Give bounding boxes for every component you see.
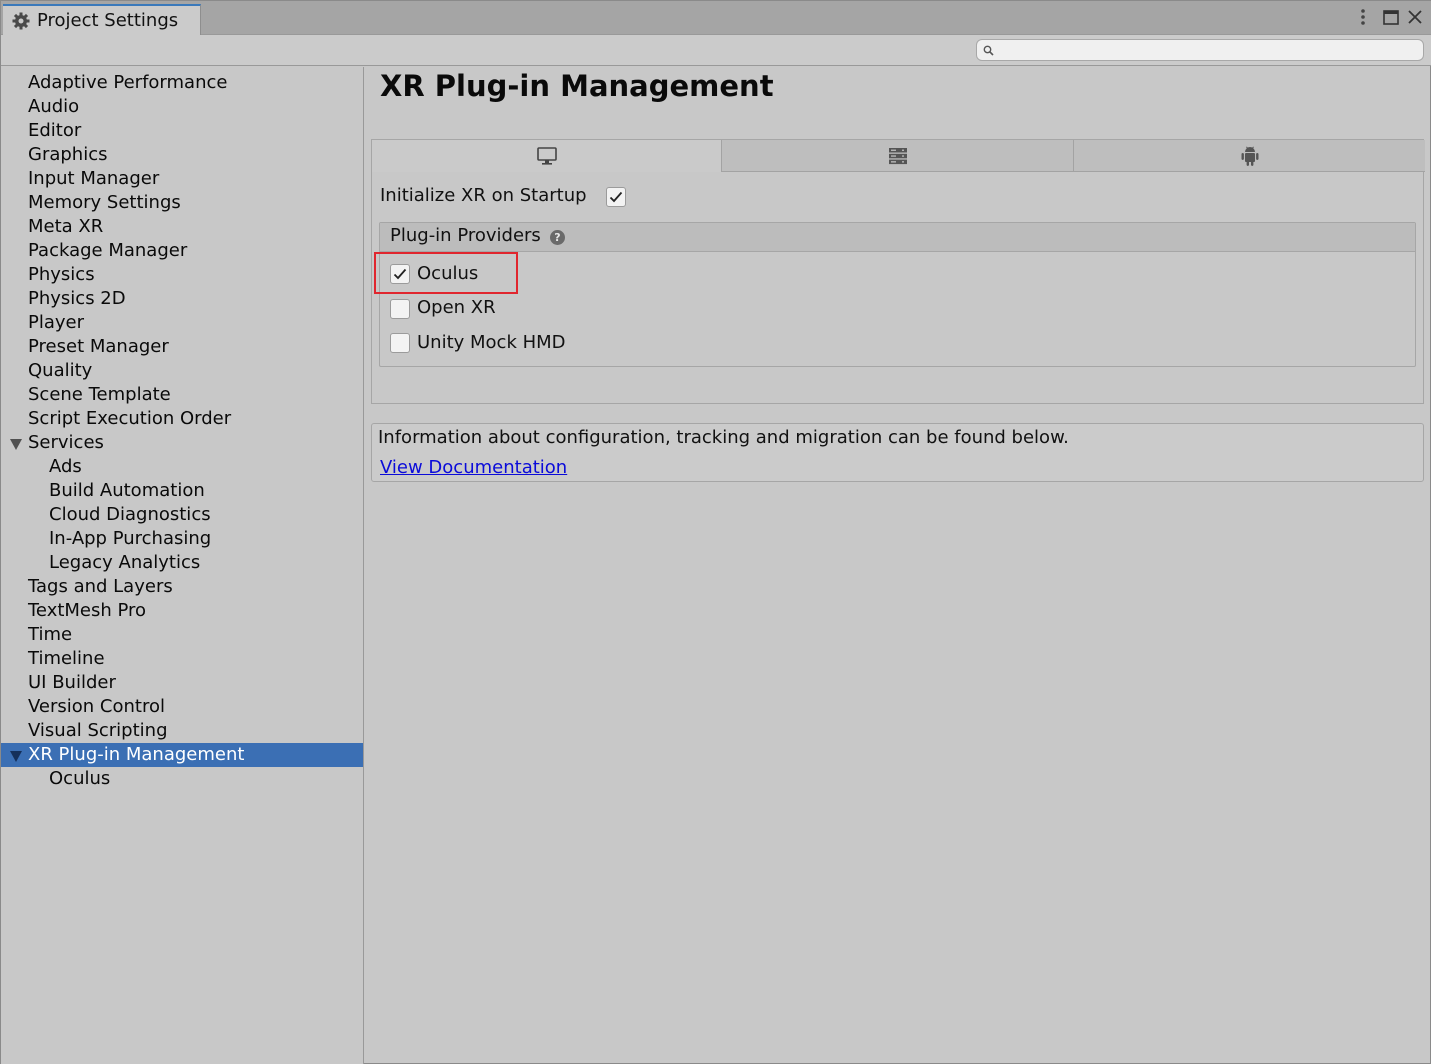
checkmark-icon (609, 191, 623, 203)
sidebar-item-label: UI Builder (28, 672, 116, 693)
sidebar-item-label: Services (28, 432, 104, 453)
sidebar-item-ui-builder[interactable]: UI Builder (1, 671, 363, 695)
plug-in-providers-header: Plug-in Providers ? (380, 223, 1415, 252)
unity-mock-hmd-label: Unity Mock HMD (417, 332, 566, 353)
init-xr-on-startup-label: Initialize XR on Startup (380, 185, 587, 206)
help-icon[interactable]: ? (550, 230, 565, 245)
sidebar-item-label: Preset Manager (28, 336, 169, 357)
tab-dedicated-server[interactable] (722, 140, 1074, 172)
sidebar-item-visual-scripting[interactable]: Visual Scripting (1, 719, 363, 743)
documentation-info-box: Information about configuration, trackin… (371, 423, 1424, 482)
desktop-monitor-icon (536, 147, 557, 165)
sidebar-item-input-manager[interactable]: Input Manager (1, 167, 363, 191)
sidebar-item-label: Audio (28, 96, 80, 117)
sidebar-item-in-app-purchasing[interactable]: In-App Purchasing (1, 527, 363, 551)
sidebar-item-adaptive-performance[interactable]: Adaptive Performance (1, 71, 363, 95)
kebab-menu-icon[interactable] (1355, 7, 1371, 27)
tab-standalone[interactable] (372, 140, 722, 172)
sidebar-item-label: Ads (49, 456, 82, 477)
sidebar-item-label: TextMesh Pro (28, 600, 147, 621)
sidebar-item-meta-xr[interactable]: Meta XR (1, 215, 363, 239)
sidebar-item-scene-template[interactable]: Scene Template (1, 383, 363, 407)
sidebar-item-label: Player (28, 312, 85, 333)
sidebar-item-label: Scene Template (28, 384, 171, 405)
sidebar-item-label: Adaptive Performance (28, 72, 228, 93)
sidebar-item-label: Physics 2D (28, 288, 126, 309)
search-icon (983, 45, 994, 56)
sidebar-item-label: Package Manager (28, 240, 188, 261)
sidebar-item-label: Quality (28, 360, 93, 381)
sidebar-item-label: Memory Settings (28, 192, 181, 213)
sidebar-item-xr-plug-in-management[interactable]: XR Plug-in Management (1, 743, 363, 767)
view-documentation-link[interactable]: View Documentation (380, 457, 567, 478)
sidebar-item-label: Legacy Analytics (49, 552, 201, 573)
sidebar-item-player[interactable]: Player (1, 311, 363, 335)
open-xr-checkbox[interactable] (390, 299, 410, 319)
sidebar-item-label: Meta XR (28, 216, 104, 237)
plug-in-providers-group: Plug-in Providers ? Oculus Open XR Unity… (379, 222, 1416, 367)
sidebar-item-label: Editor (28, 120, 82, 141)
expand-arrow-icon[interactable] (10, 439, 22, 450)
sidebar-item-services[interactable]: Services (1, 431, 363, 455)
sidebar-item-timeline[interactable]: Timeline (1, 647, 363, 671)
sidebar-item-physics-2d[interactable]: Physics 2D (1, 287, 363, 311)
page-title: XR Plug-in Management (380, 69, 774, 103)
settings-sidebar: Adaptive Performance Audio Editor Graphi… (1, 67, 364, 1064)
window-tab-bar: Project Settings (1, 1, 1431, 35)
sidebar-item-label: Oculus (49, 768, 111, 789)
tab-title: Project Settings (37, 10, 179, 31)
sidebar-item-label: Build Automation (49, 480, 205, 501)
info-text: Information about configuration, trackin… (378, 427, 1069, 448)
sidebar-item-version-control[interactable]: Version Control (1, 695, 363, 719)
close-icon[interactable] (1405, 7, 1425, 27)
sidebar-item-physics[interactable]: Physics (1, 263, 363, 287)
sidebar-item-legacy-analytics[interactable]: Legacy Analytics (1, 551, 363, 575)
sidebar-item-label: Time (28, 624, 73, 645)
settings-content: XR Plug-in Management Initialize XR on S… (365, 67, 1431, 1064)
sidebar-item-memory-settings[interactable]: Memory Settings (1, 191, 363, 215)
android-icon (1241, 146, 1258, 166)
sidebar-item-textmesh-pro[interactable]: TextMesh Pro (1, 599, 363, 623)
sidebar-item-editor[interactable]: Editor (1, 119, 363, 143)
gear-icon (11, 11, 31, 31)
sidebar-item-cloud-diagnostics[interactable]: Cloud Diagnostics (1, 503, 363, 527)
server-icon (888, 147, 907, 164)
oculus-highlight-box (374, 252, 518, 294)
sidebar-item-ads[interactable]: Ads (1, 455, 363, 479)
init-xr-on-startup-checkbox[interactable] (606, 187, 626, 207)
plug-in-providers-title: Plug-in Providers (390, 225, 541, 246)
project-settings-tab[interactable]: Project Settings (3, 4, 201, 35)
sidebar-item-build-automation[interactable]: Build Automation (1, 479, 363, 503)
search-input[interactable] (999, 41, 1419, 59)
sidebar-item-label: Input Manager (28, 168, 160, 189)
sidebar-item-quality[interactable]: Quality (1, 359, 363, 383)
sidebar-item-oculus[interactable]: Oculus (1, 767, 363, 791)
tab-android[interactable] (1074, 140, 1425, 172)
sidebar-item-tags-and-layers[interactable]: Tags and Layers (1, 575, 363, 599)
sidebar-item-label: Tags and Layers (28, 576, 173, 597)
sidebar-item-label: Physics (28, 264, 95, 285)
sidebar-item-label: Cloud Diagnostics (49, 504, 211, 525)
sidebar-item-label: Graphics (28, 144, 108, 165)
sidebar-item-label: Script Execution Order (28, 408, 232, 429)
sidebar-item-graphics[interactable]: Graphics (1, 143, 363, 167)
platform-settings-panel: Initialize XR on Startup Plug-in Provide… (371, 139, 1425, 404)
open-xr-label: Open XR (417, 297, 496, 318)
toolbar (1, 35, 1431, 66)
sidebar-item-time[interactable]: Time (1, 623, 363, 647)
sidebar-item-label: Timeline (28, 648, 105, 669)
sidebar-item-label: Visual Scripting (28, 720, 168, 741)
project-settings-window: Project Settings Adaptive Performance Au… (0, 0, 1431, 1064)
sidebar-item-audio[interactable]: Audio (1, 95, 363, 119)
sidebar-item-label: In-App Purchasing (49, 528, 212, 549)
sidebar-item-label: XR Plug-in Management (28, 744, 245, 765)
unity-mock-hmd-checkbox[interactable] (390, 333, 410, 353)
sidebar-item-label: Version Control (28, 696, 165, 717)
maximize-icon[interactable] (1381, 7, 1401, 27)
sidebar-item-package-manager[interactable]: Package Manager (1, 239, 363, 263)
sidebar-item-preset-manager[interactable]: Preset Manager (1, 335, 363, 359)
search-field[interactable] (976, 39, 1424, 61)
expand-arrow-icon[interactable] (10, 751, 22, 762)
sidebar-item-script-execution-order[interactable]: Script Execution Order (1, 407, 363, 431)
